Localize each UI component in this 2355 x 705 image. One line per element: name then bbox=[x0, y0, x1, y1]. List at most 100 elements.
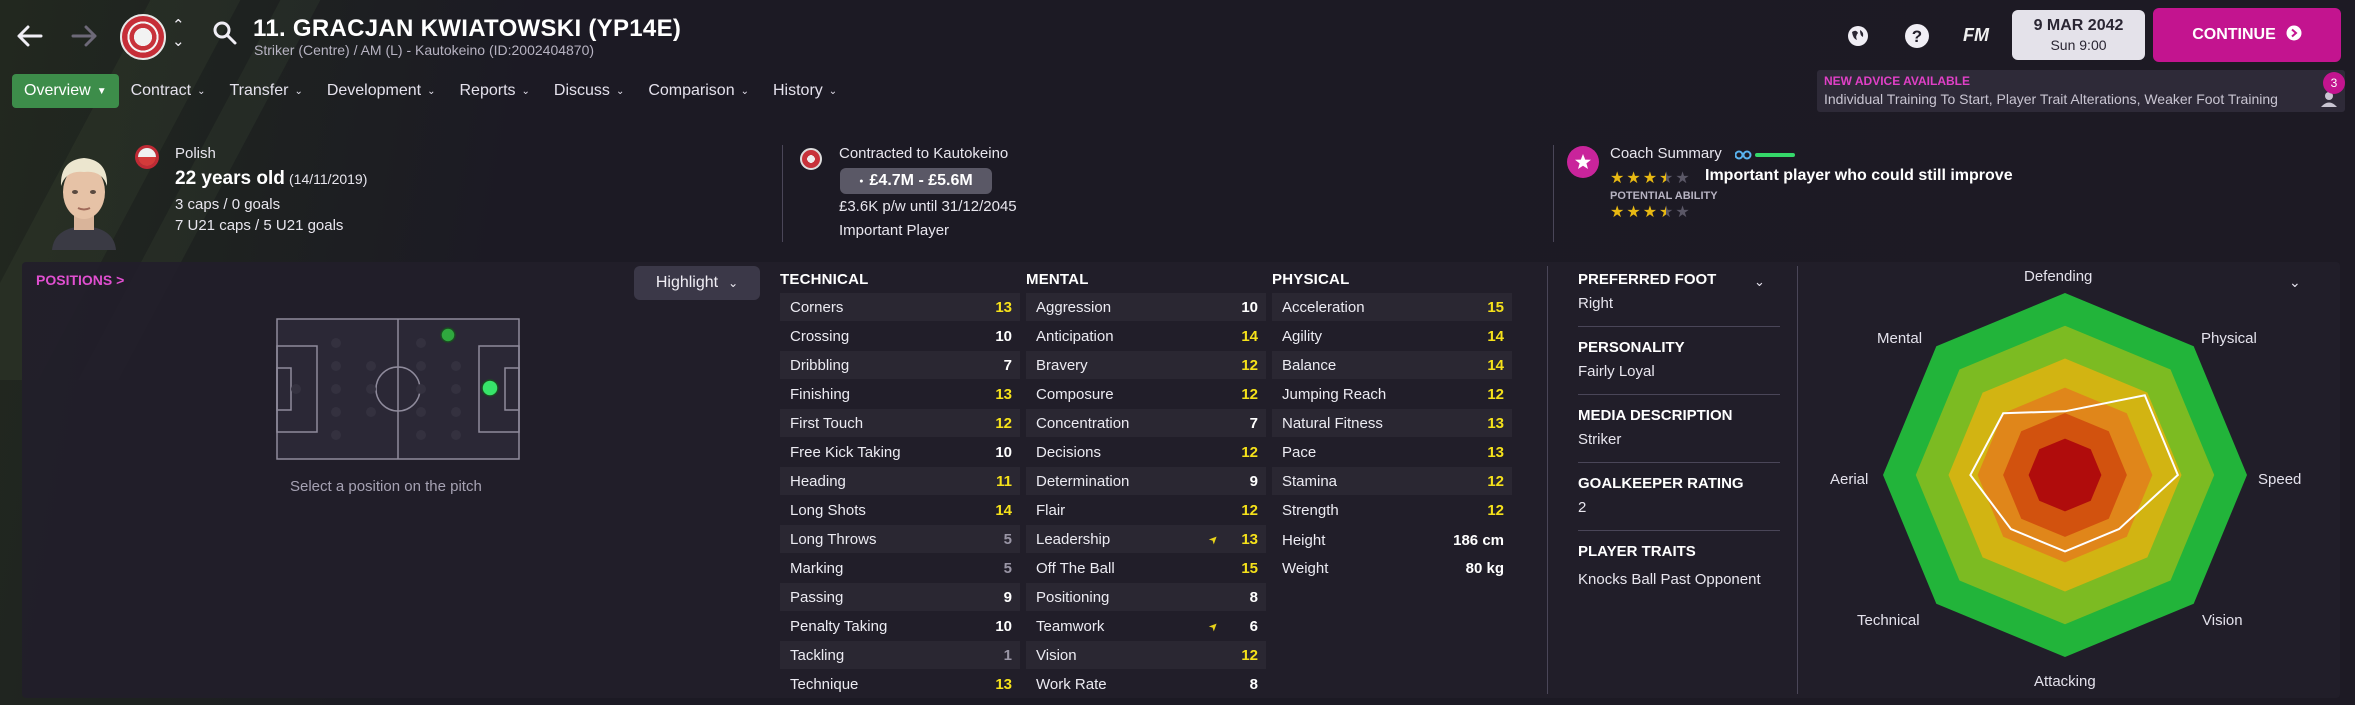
attribute-value-wrap: 14 bbox=[1236, 328, 1258, 345]
attribute-row[interactable]: Composure 12 bbox=[1026, 380, 1266, 408]
attribute-row[interactable]: Passing 9 bbox=[780, 583, 1020, 611]
attribute-name: Technique bbox=[790, 675, 859, 693]
attribute-row[interactable]: Agility 14 bbox=[1272, 322, 1512, 350]
positions-link[interactable]: POSITIONS > bbox=[36, 272, 124, 288]
attribute-row[interactable]: Heading 11 bbox=[780, 467, 1020, 495]
tab-reports[interactable]: Reports ⌄ bbox=[448, 74, 542, 108]
attribute-value-wrap: 15 bbox=[1482, 299, 1504, 316]
attribute-row[interactable]: Concentration 7 bbox=[1026, 409, 1266, 437]
forward-arrow-icon[interactable] bbox=[66, 18, 102, 54]
attribute-value-wrap: ➤ 13 bbox=[1206, 530, 1258, 548]
star-icon: ★ bbox=[1610, 170, 1625, 187]
attribute-row[interactable]: Marking 5 bbox=[780, 554, 1020, 582]
tab-label: Development bbox=[326, 82, 422, 99]
attribute-name: Decisions bbox=[1036, 443, 1102, 461]
attribute-row[interactable]: Crossing 10 bbox=[780, 322, 1020, 350]
attribute-row[interactable]: Aggression 10 bbox=[1026, 293, 1266, 321]
attribute-row[interactable]: Vision 12 bbox=[1026, 641, 1266, 669]
attribute-row[interactable]: Technique 13 bbox=[780, 670, 1020, 698]
attribute-row[interactable]: Anticipation 14 bbox=[1026, 322, 1266, 350]
preferred-foot: Right bbox=[1578, 295, 1614, 312]
attribute-value: 15 bbox=[1241, 559, 1258, 577]
attribute-value: 15 bbox=[1487, 298, 1504, 316]
chevron-down-icon[interactable]: ⌄ bbox=[1754, 274, 1765, 290]
attribute-row[interactable]: Pace 13 bbox=[1272, 438, 1512, 466]
advice-panel[interactable]: NEW ADVICE AVAILABLE Individual Training… bbox=[1817, 70, 2345, 112]
attribute-name: Off The Ball bbox=[1036, 559, 1115, 577]
svg-text:?: ? bbox=[1912, 27, 1922, 46]
attribute-row[interactable]: Positioning 8 bbox=[1026, 583, 1266, 611]
weight-label: Weight bbox=[1282, 559, 1329, 577]
attribute-row[interactable]: Penalty Taking 10 bbox=[780, 612, 1020, 640]
up-down-arrows-icon[interactable]: ⌃ ⌄ bbox=[172, 18, 185, 50]
star-icon: ★ bbox=[1642, 170, 1658, 187]
chevron-down-icon[interactable]: ⌄ bbox=[2289, 274, 2301, 291]
attribute-row[interactable]: Stamina 12 bbox=[1272, 467, 1512, 495]
world-globe-icon[interactable] bbox=[1844, 22, 1872, 50]
attribute-row[interactable]: Strength 12 bbox=[1272, 496, 1512, 524]
attribute-row[interactable]: Dribbling 7 bbox=[780, 351, 1020, 379]
attribute-row[interactable]: Tackling 1 bbox=[780, 641, 1020, 669]
attribute-value-wrap: 11 bbox=[990, 473, 1012, 490]
tab-contract[interactable]: Contract ⌄ bbox=[119, 74, 218, 108]
u21-caps: 7 U21 caps / 5 U21 goals bbox=[175, 217, 344, 234]
attribute-row[interactable]: Off The Ball 15 bbox=[1026, 554, 1266, 582]
attribute-row[interactable]: Finishing 13 bbox=[780, 380, 1020, 408]
attribute-row[interactable]: Work Rate 8 bbox=[1026, 670, 1266, 698]
attribute-value: 13 bbox=[1241, 530, 1258, 548]
attribute-row[interactable]: Long Shots 14 bbox=[780, 496, 1020, 524]
attribute-value: 5 bbox=[1003, 530, 1012, 548]
attribute-name: Determination bbox=[1036, 472, 1130, 490]
attribute-name: Agility bbox=[1282, 327, 1323, 345]
fm-logo[interactable]: FM bbox=[1963, 25, 1989, 46]
attribute-row[interactable]: Leadership ➤ 13 bbox=[1026, 525, 1266, 553]
attribute-value-wrap: 9 bbox=[1236, 473, 1258, 490]
attribute-row[interactable]: Corners 13 bbox=[780, 293, 1020, 321]
star-icon: ★ bbox=[1642, 204, 1658, 221]
game-date[interactable]: 9 MAR 2042 Sun 9:00 bbox=[2012, 10, 2145, 60]
attribute-row[interactable]: First Touch 12 bbox=[780, 409, 1020, 437]
attribute-row[interactable]: Decisions 12 bbox=[1026, 438, 1266, 466]
attribute-row[interactable]: Determination 9 bbox=[1026, 467, 1266, 495]
attribute-row[interactable]: Balance 14 bbox=[1272, 351, 1512, 379]
tab-development[interactable]: Development ⌄ bbox=[315, 74, 448, 108]
club-crest-icon[interactable] bbox=[120, 14, 166, 60]
attribute-row[interactable]: Free Kick Taking 10 bbox=[780, 438, 1020, 466]
continue-label: CONTINUE bbox=[2192, 26, 2276, 43]
attribute-row[interactable]: Natural Fitness 13 bbox=[1272, 409, 1512, 437]
search-icon[interactable] bbox=[212, 20, 238, 51]
trend-up-arrow-icon: ➤ bbox=[1206, 618, 1222, 634]
transfer-value-pill[interactable]: ● £4.7M - £5.6M bbox=[840, 168, 992, 194]
nationality: Polish bbox=[175, 145, 216, 162]
attribute-row[interactable]: Flair 12 bbox=[1026, 496, 1266, 524]
trend-up-arrow-icon: ➤ bbox=[1206, 531, 1222, 547]
attribute-row[interactable]: Acceleration 15 bbox=[1272, 293, 1512, 321]
attribute-name: Finishing bbox=[790, 385, 851, 403]
tab-history[interactable]: History ⌄ bbox=[761, 74, 849, 108]
highlight-dropdown[interactable]: Highlight ⌄ bbox=[634, 266, 760, 300]
attribute-name: Long Shots bbox=[790, 501, 866, 519]
player-profile-screen: ⌃ ⌄ 11. GRACJAN KWIATOWSKI (YP14E) Strike… bbox=[0, 0, 2355, 705]
tab-transfer[interactable]: Transfer ⌄ bbox=[217, 74, 314, 108]
preferred-foot-label: PREFERRED FOOT bbox=[1578, 271, 1717, 288]
position-pitch[interactable] bbox=[276, 318, 520, 465]
attribute-name: Corners bbox=[790, 298, 844, 316]
attribute-value: 7 bbox=[1003, 356, 1012, 374]
attribute-value-wrap: 12 bbox=[1482, 386, 1504, 403]
attribute-row[interactable]: Long Throws 5 bbox=[780, 525, 1020, 553]
back-arrow-icon[interactable] bbox=[12, 18, 48, 54]
attribute-row[interactable]: Jumping Reach 12 bbox=[1272, 380, 1512, 408]
attribute-value-wrap: 12 bbox=[1482, 502, 1504, 519]
attribute-value: 12 bbox=[1487, 385, 1504, 403]
tab-comparison[interactable]: Comparison ⌄ bbox=[636, 74, 761, 108]
attribute-name: Marking bbox=[790, 559, 844, 577]
attribute-row[interactable]: Teamwork ➤ 6 bbox=[1026, 612, 1266, 640]
tab-discuss[interactable]: Discuss ⌄ bbox=[542, 74, 636, 108]
help-icon[interactable]: ? bbox=[1903, 22, 1931, 50]
tab-overview[interactable]: Overview ▼ bbox=[12, 74, 119, 108]
attribute-value: 12 bbox=[1241, 385, 1258, 403]
coach-summary-text: Important player who could still improve bbox=[1705, 167, 2013, 184]
continue-button[interactable]: CONTINUE bbox=[2153, 8, 2341, 62]
attribute-value: 13 bbox=[995, 675, 1012, 693]
attribute-row[interactable]: Bravery 12 bbox=[1026, 351, 1266, 379]
